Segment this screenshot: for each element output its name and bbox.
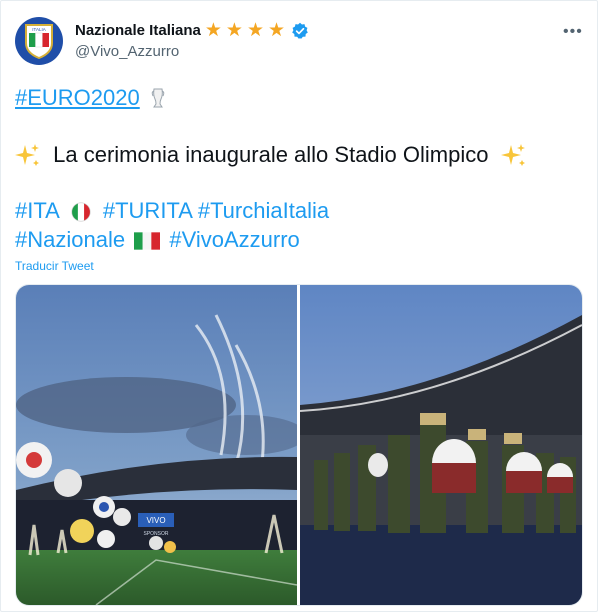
sparkles-icon: [500, 144, 525, 167]
media-grid: VIVO SPONSOR: [15, 284, 583, 606]
translate-tweet-link[interactable]: Traducir Tweet: [15, 259, 94, 273]
tweet-card: ITALIA Nazionale Italiana ★ ★ ★ ★ @Vivo_…: [0, 0, 598, 612]
tags-line-2: #Nazionale #VivoAzzurro: [15, 227, 300, 253]
hashtag-line: #EURO2020: [15, 85, 166, 111]
avatar[interactable]: ITALIA: [15, 17, 63, 65]
star-icon: ★: [268, 20, 286, 41]
tweet-text-line: La cerimonia inaugurale allo Stadio Olim…: [15, 142, 527, 169]
hashtag-nazionale[interactable]: #Nazionale: [15, 227, 125, 252]
more-icon[interactable]: •••: [563, 23, 583, 41]
shield-icon: ITALIA: [25, 24, 53, 59]
display-name[interactable]: Nazionale Italiana: [75, 22, 201, 39]
star-icon: ★: [204, 20, 222, 41]
sparkles-icon: [15, 144, 39, 167]
user-handle[interactable]: @Vivo_Azzurro: [75, 43, 179, 60]
name-row: Nazionale Italiana ★ ★ ★ ★: [75, 21, 309, 40]
italy-flag-icon: [71, 202, 91, 222]
hashtag-ita[interactable]: #ITA: [15, 198, 59, 223]
hashtag-turchiaitalia[interactable]: #TurchiaItalia: [198, 198, 329, 223]
hashtag-euro2020[interactable]: #EURO2020: [15, 85, 140, 110]
ceremony-image-2[interactable]: [299, 285, 582, 605]
ceremony-image-1[interactable]: VIVO SPONSOR: [16, 285, 306, 605]
tweet-text: La cerimonia inaugurale allo Stadio Olim…: [53, 142, 489, 167]
star-icon: ★: [246, 20, 265, 41]
trophy-icon: [151, 88, 165, 108]
tags-line-1: #ITA #TURITA #TurchiaItalia: [15, 198, 329, 224]
star-icon: ★: [225, 20, 243, 41]
banner-subtext: SPONSOR: [143, 531, 168, 537]
italy-flag-icon: [134, 232, 161, 250]
hashtag-turita[interactable]: #TURITA: [103, 198, 192, 223]
hashtag-vivoazzurro[interactable]: #VivoAzzurro: [169, 227, 299, 252]
avatar-text: ITALIA: [32, 27, 45, 32]
banner-text: VIVO: [146, 516, 165, 525]
verified-badge-icon: [292, 22, 308, 39]
